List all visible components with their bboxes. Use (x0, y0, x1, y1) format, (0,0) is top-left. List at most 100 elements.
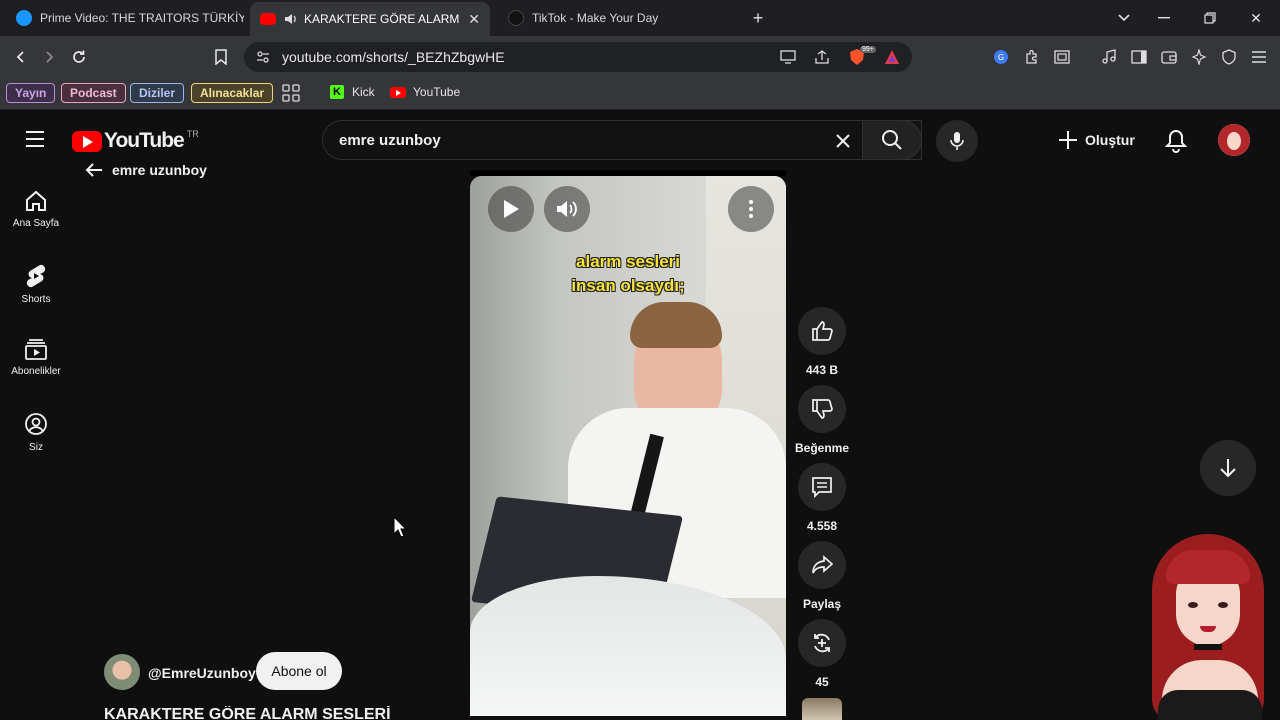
apps-grid-icon[interactable] (282, 84, 300, 102)
dislike-label: Beğenme (794, 441, 850, 455)
subscribe-button[interactable]: Abone ol (256, 652, 342, 690)
cast-icon[interactable] (780, 50, 796, 64)
bookmark-icon[interactable] (210, 46, 232, 68)
shield-badge: 99+ (860, 46, 876, 53)
avatar[interactable] (1218, 124, 1250, 156)
video-person-hair (630, 302, 722, 348)
vpn-shield-icon[interactable] (1220, 48, 1238, 66)
caption-line: alarm sesleri (576, 252, 680, 271)
close-window-icon[interactable]: ✕ (1246, 8, 1266, 28)
more-options-button[interactable] (728, 186, 774, 232)
tab-tiktok[interactable]: TikTok - Make Your Day (500, 4, 736, 32)
notifications-bell-icon[interactable] (1165, 129, 1187, 153)
search-input[interactable]: emre uzunboy (322, 120, 922, 160)
tab-title: KARAKTERE GÖRE ALARM SE (304, 12, 460, 26)
wallet-icon[interactable] (1160, 48, 1178, 66)
translate-extension-icon[interactable]: G (992, 48, 1010, 66)
audio-playing-icon[interactable] (284, 12, 298, 26)
share-button[interactable]: Paylaş (796, 541, 848, 611)
tab-search-chevron-icon[interactable] (1114, 8, 1134, 28)
region-label: TR (186, 129, 199, 139)
search-icon (882, 130, 902, 150)
sidebar-item-label: Ana Sayfa (12, 218, 60, 229)
caption-line: insan olsaydı; (571, 276, 685, 295)
forward-arrow-icon[interactable] (38, 46, 60, 68)
youtube-play-logo-icon (72, 130, 102, 152)
shorts-video-player[interactable]: alarm sesleri insan olsaydı; (470, 176, 786, 716)
youtube-logo[interactable]: YouTube TR (72, 129, 199, 153)
extensions-puzzle-icon[interactable] (1023, 48, 1041, 66)
back-to-channel-link[interactable]: emre uzunboy (84, 162, 207, 178)
media-controls-icon[interactable] (1100, 48, 1118, 66)
sidebar-item-home[interactable]: Ana Sayfa (0, 190, 72, 229)
sidebar-toggle-icon[interactable] (1130, 48, 1148, 66)
voice-search-button[interactable] (936, 120, 978, 162)
subscriptions-icon (25, 339, 47, 360)
back-arrow-icon (85, 163, 102, 177)
search-button[interactable] (862, 120, 922, 160)
like-button[interactable]: 443 B (796, 307, 848, 377)
share-arrow-icon (812, 555, 833, 574)
tab-youtube-active[interactable]: KARAKTERE GÖRE ALARM SE ✕ (250, 2, 490, 36)
more-vertical-icon (749, 200, 753, 218)
new-tab-icon[interactable]: + (748, 8, 768, 28)
channel-handle[interactable]: @EmreUzunboy (148, 665, 256, 681)
sidebar-item-subscriptions[interactable]: Abonelikler (0, 338, 72, 377)
video-title: KARAKTERE GÖRE ALARM SESLERİ (104, 706, 391, 720)
remix-icon (814, 633, 830, 653)
volume-button[interactable] (544, 186, 590, 232)
minimize-icon[interactable] (1154, 8, 1174, 28)
streamer-overlay-avatar (1138, 530, 1280, 720)
create-button[interactable]: Oluştur (1058, 130, 1135, 150)
volume-icon (557, 201, 577, 217)
bookmark-chip-yayin[interactable]: Yayın (6, 83, 56, 103)
back-arrow-icon[interactable] (10, 46, 32, 68)
remix-count: 45 (815, 675, 829, 689)
thumbs-up-icon (812, 321, 833, 341)
comment-icon (812, 477, 832, 498)
dislike-button[interactable]: Beğenme (794, 385, 850, 455)
plus-icon (1059, 131, 1077, 149)
home-icon (26, 190, 46, 211)
restore-icon[interactable] (1200, 8, 1220, 28)
sidebar-item-you[interactable]: Siz (0, 412, 72, 453)
bookmark-chip-alinacaklar[interactable]: Alınacaklar (191, 83, 274, 103)
leo-ai-icon[interactable] (1190, 48, 1208, 66)
kick-logo-icon: K (330, 85, 344, 99)
channel-avatar[interactable] (104, 654, 140, 690)
reload-icon[interactable] (68, 46, 90, 68)
guide-menu-icon[interactable] (24, 130, 46, 148)
sidebar-item-label: Abonelikler (11, 366, 61, 377)
address-bar[interactable]: youtube.com/shorts/_BEZhZbgwHE 99+ (244, 42, 912, 72)
sidebar-item-label: Shorts (21, 294, 51, 305)
site-settings-icon[interactable] (256, 50, 270, 64)
prime-video-favicon-icon (16, 10, 32, 26)
search-value: emre uzunboy (339, 132, 441, 149)
bookmark-chip-podcast[interactable]: Podcast (61, 83, 126, 103)
create-label: Oluştur (1085, 132, 1135, 148)
arrow-down-icon (1220, 459, 1236, 478)
you-icon (25, 413, 47, 435)
comments-button[interactable]: 4.558 (796, 463, 848, 533)
brave-rewards-icon[interactable] (884, 49, 900, 65)
bookmark-chip-diziler[interactable]: Diziler (130, 83, 185, 103)
browser-tab-bar: Prime Video: THE TRAITORS TÜRKİYE KARAKT… (0, 0, 1280, 36)
back-label: emre uzunboy (112, 162, 207, 178)
audio-thumbnail[interactable] (802, 698, 842, 720)
next-video-button[interactable] (1200, 440, 1256, 496)
browser-menu-icon[interactable] (1250, 48, 1268, 66)
bookmark-youtube[interactable]: YouTube (390, 85, 460, 99)
url-text: youtube.com/shorts/_BEZhZbgwHE (282, 49, 505, 65)
bookmark-kick[interactable]: K Kick (330, 85, 375, 99)
share-page-icon[interactable] (814, 49, 830, 65)
clear-search-icon[interactable] (835, 133, 851, 149)
screenshot-icon[interactable] (1053, 48, 1071, 66)
remix-button[interactable]: 45 (796, 619, 848, 689)
tab-title: Prime Video: THE TRAITORS TÜRKİYE (40, 11, 244, 25)
tab-prime-video[interactable]: Prime Video: THE TRAITORS TÜRKİYE (8, 4, 244, 32)
sidebar-item-shorts[interactable]: Shorts (0, 264, 72, 305)
microphone-icon (950, 132, 964, 150)
svg-text:G: G (998, 53, 1004, 62)
play-button[interactable] (488, 186, 534, 232)
tab-close-icon[interactable]: ✕ (468, 11, 480, 28)
